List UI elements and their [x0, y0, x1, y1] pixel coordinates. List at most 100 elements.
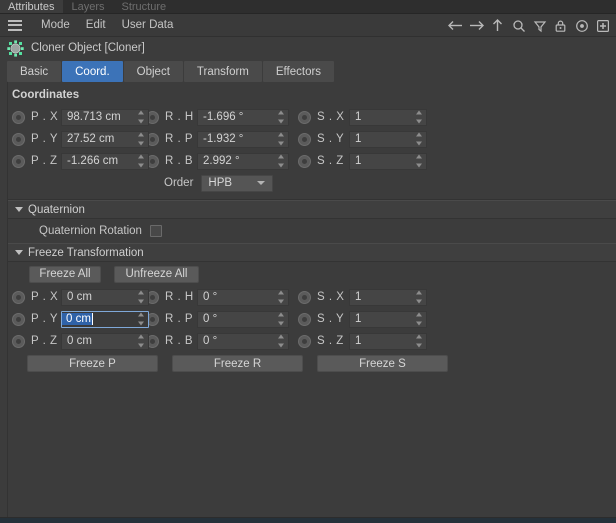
radio-freeze-position-y[interactable] — [12, 312, 25, 326]
radio-position-x[interactable] — [12, 110, 25, 124]
spinner-scale-y[interactable] — [415, 132, 423, 146]
hamburger-icon[interactable] — [8, 19, 22, 31]
panel-tab-attributes[interactable]: Attributes — [0, 0, 64, 13]
spinner-position-z[interactable] — [137, 154, 145, 168]
record-target-icon[interactable] — [572, 16, 591, 35]
rotation-order-row: Order HPB — [7, 172, 616, 194]
tab-basic[interactable]: Basic — [7, 61, 62, 82]
lock-icon[interactable] — [551, 16, 570, 35]
input-freeze-position-x-value: 0 cm — [67, 291, 92, 303]
coord-position-y: P . Y 27.52 cm — [12, 130, 149, 148]
arrow-right-icon[interactable] — [467, 16, 486, 35]
plus-box-icon[interactable] — [593, 16, 612, 35]
cloner-object-icon — [7, 39, 24, 57]
label-freeze-scale-y: S . Y — [317, 313, 345, 325]
radio-scale-z[interactable] — [298, 154, 311, 168]
spinner-freeze-position-y[interactable] — [137, 312, 145, 326]
filter-funnel-icon[interactable] — [530, 16, 549, 35]
spinner-rotation-h[interactable] — [277, 110, 285, 124]
freeze-r-button[interactable]: Freeze R — [172, 355, 303, 372]
spinner-position-y[interactable] — [137, 132, 145, 146]
freeze-buttons-row: Freeze P Freeze R Freeze S — [7, 355, 616, 377]
tab-object[interactable]: Object — [123, 61, 183, 82]
panel-tab-layers[interactable]: Layers — [63, 0, 113, 13]
input-freeze-scale-y[interactable]: 1 — [349, 310, 427, 328]
toolbar-icons — [446, 14, 612, 37]
panel-tab-structure[interactable]: Structure — [114, 0, 176, 13]
input-scale-z[interactable]: 1 — [349, 152, 427, 170]
spinner-freeze-position-x[interactable] — [137, 290, 145, 304]
arrow-up-icon[interactable] — [488, 16, 507, 35]
coord-rotation-b: R . B 2.992 ° — [146, 152, 298, 170]
label-quaternion-rotation: Quaternion Rotation — [39, 225, 142, 237]
spinner-freeze-rotation-h[interactable] — [277, 290, 285, 304]
menu-item-user-data[interactable]: User Data — [114, 14, 182, 36]
attributes-manager-window: Attributes Layers Structure Mode Edit Us… — [0, 0, 616, 523]
input-rotation-b[interactable]: 2.992 ° — [197, 152, 289, 170]
menu-item-mode[interactable]: Mode — [33, 14, 78, 36]
spinner-scale-z[interactable] — [415, 154, 423, 168]
coord-rotation-h: R . H -1.696 ° — [146, 108, 298, 126]
spinner-freeze-scale-x[interactable] — [415, 290, 423, 304]
spinner-freeze-rotation-b[interactable] — [277, 334, 285, 348]
freeze-p-button[interactable]: Freeze P — [27, 355, 158, 372]
freeze-rotation-h: R . H 0 ° — [146, 288, 298, 306]
spinner-freeze-scale-z[interactable] — [415, 334, 423, 348]
label-position-x: P . X — [31, 111, 59, 123]
label-scale-y: S . Y — [317, 133, 345, 145]
radio-freeze-position-z[interactable] — [12, 334, 25, 348]
input-rotation-h[interactable]: -1.696 ° — [197, 108, 289, 126]
input-freeze-position-z[interactable]: 0 cm — [61, 332, 149, 350]
menu-item-edit[interactable]: Edit — [78, 14, 114, 36]
spinner-rotation-p[interactable] — [277, 132, 285, 146]
input-position-z[interactable]: -1.266 cm — [61, 152, 149, 170]
coord-scale-z: S . Z 1 — [298, 152, 438, 170]
input-freeze-scale-x[interactable]: 1 — [349, 288, 427, 306]
radio-freeze-scale-x[interactable] — [298, 290, 311, 304]
radio-freeze-scale-y[interactable] — [298, 312, 311, 326]
tab-transform[interactable]: Transform — [183, 61, 262, 82]
search-icon[interactable] — [509, 16, 528, 35]
radio-freeze-scale-z[interactable] — [298, 334, 311, 348]
input-freeze-rotation-b[interactable]: 0 ° — [197, 332, 289, 350]
chevron-down-icon — [257, 181, 266, 185]
freeze-scale-z: S . Z 1 — [298, 332, 438, 350]
input-rotation-p[interactable]: -1.932 ° — [197, 130, 289, 148]
radio-scale-x[interactable] — [298, 110, 311, 124]
spinner-position-x[interactable] — [137, 110, 145, 124]
input-position-y[interactable]: 27.52 cm — [61, 130, 149, 148]
spinner-rotation-b[interactable] — [277, 154, 285, 168]
input-freeze-position-x[interactable]: 0 cm — [61, 288, 149, 306]
input-position-x[interactable]: 98.713 cm — [61, 108, 149, 126]
freeze-scale-y: S . Y 1 — [298, 310, 438, 328]
section-header-freeze-transformation[interactable]: Freeze Transformation — [7, 243, 616, 262]
coord-position-x: P . X 98.713 cm — [12, 108, 149, 126]
radio-freeze-position-x[interactable] — [12, 290, 25, 304]
checkbox-quaternion-rotation[interactable] — [149, 225, 162, 237]
input-freeze-rotation-h[interactable]: 0 ° — [197, 288, 289, 306]
coordinates-group-title: Coordinates — [12, 89, 80, 101]
unfreeze-all-button[interactable]: Unfreeze All — [114, 265, 199, 283]
arrow-left-icon[interactable] — [446, 16, 465, 35]
input-scale-y[interactable]: 1 — [349, 130, 427, 148]
input-scale-x[interactable]: 1 — [349, 108, 427, 126]
radio-scale-y[interactable] — [298, 132, 311, 146]
freeze-s-button[interactable]: Freeze S — [317, 355, 448, 372]
tab-coord[interactable]: Coord. — [62, 61, 123, 82]
spinner-scale-x[interactable] — [415, 110, 423, 124]
input-position-z-value: -1.266 cm — [67, 155, 119, 167]
spinner-freeze-position-z[interactable] — [137, 334, 145, 348]
input-freeze-rotation-p[interactable]: 0 ° — [197, 310, 289, 328]
input-freeze-position-y[interactable]: 0 cm — [61, 310, 149, 328]
input-freeze-scale-z[interactable]: 1 — [349, 332, 427, 350]
section-header-quaternion[interactable]: Quaternion — [7, 200, 616, 219]
dropdown-rotation-order[interactable]: HPB — [201, 174, 274, 192]
radio-position-y[interactable] — [12, 132, 25, 146]
radio-position-z[interactable] — [12, 154, 25, 168]
freeze-all-button[interactable]: Freeze All — [29, 265, 101, 283]
spinner-freeze-scale-y[interactable] — [415, 312, 423, 326]
tab-effectors[interactable]: Effectors — [262, 61, 335, 82]
triangle-down-icon — [15, 250, 23, 255]
spinner-freeze-rotation-p[interactable] — [277, 312, 285, 326]
input-scale-x-value: 1 — [355, 111, 362, 123]
